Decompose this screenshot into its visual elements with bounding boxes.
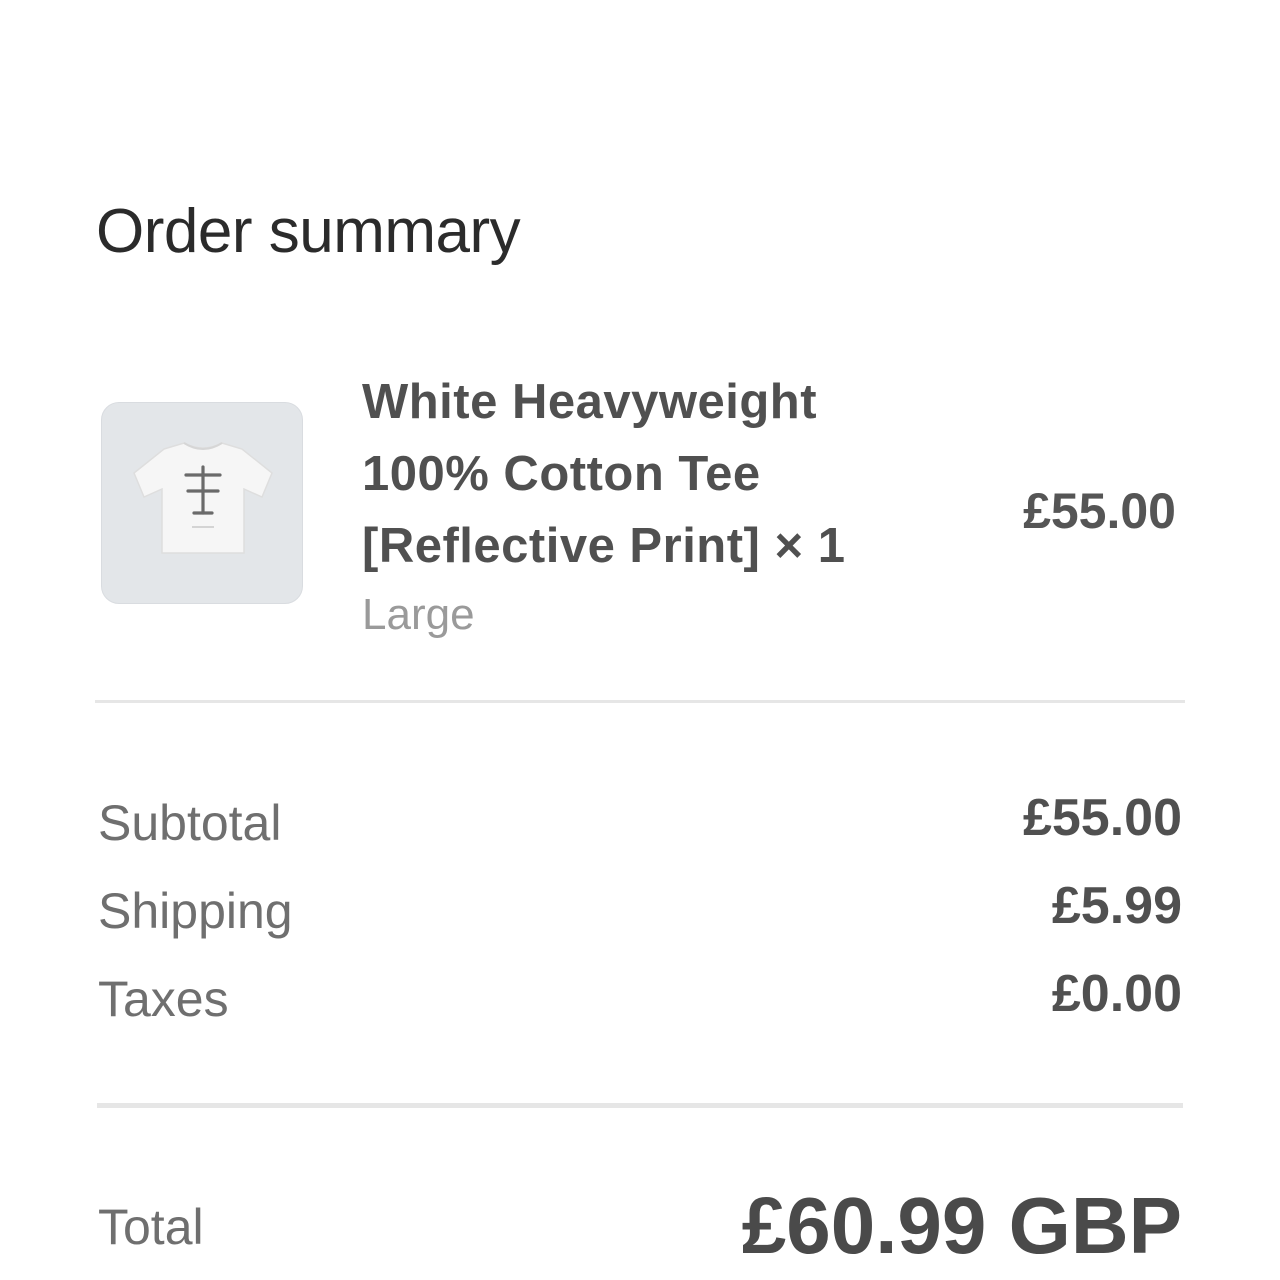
subtotal-value: £55.00 (1022, 789, 1182, 847)
item-price: £55.00 (1023, 483, 1176, 539)
subtotal-label: Subtotal (98, 795, 282, 851)
item-name-line: 100% Cotton Tee (362, 447, 761, 501)
total-label: Total (98, 1199, 204, 1255)
item-variant: Large (362, 590, 475, 639)
item-name: White Heavyweight 100% Cotton Tee [Refle… (362, 366, 922, 582)
order-summary-page: Order summary White Heavyweight 100% Cot… (0, 0, 1280, 1280)
shipping-value: £5.99 (1051, 877, 1182, 935)
t-shirt-icon (133, 442, 273, 554)
order-summary-title: Order summary (96, 197, 521, 266)
taxes-value: £0.00 (1051, 965, 1182, 1023)
taxes-label: Taxes (98, 971, 229, 1027)
item-name-line: [Reflective Print] × 1 (362, 519, 846, 573)
product-thumbnail (101, 402, 303, 604)
shipping-label: Shipping (98, 883, 293, 939)
total-value: £60.99 GBP (741, 1181, 1182, 1270)
item-name-line: White Heavyweight (362, 375, 818, 429)
divider (97, 1103, 1183, 1108)
divider (95, 700, 1185, 703)
